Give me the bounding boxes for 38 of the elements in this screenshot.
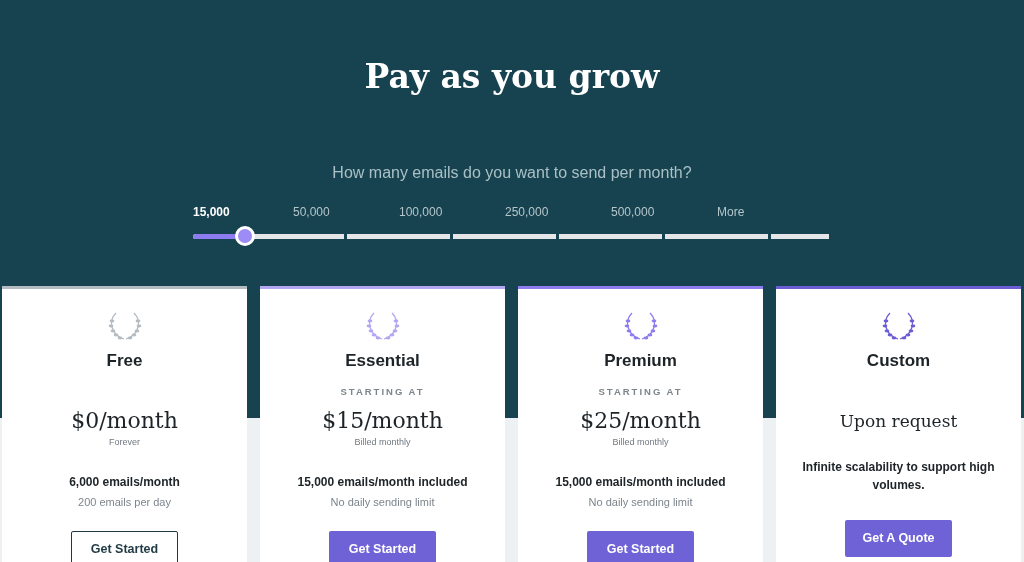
tick-label[interactable]: 250,000	[505, 203, 549, 221]
plan-button[interactable]: Get Started	[587, 530, 694, 562]
plan-name: Custom	[866, 351, 931, 370]
tick-label[interactable]: 50,000	[293, 203, 330, 221]
billing-note: Forever	[109, 436, 140, 447]
laurel-icon	[106, 311, 143, 341]
price-prefix: STARTING AT	[598, 385, 683, 397]
feature-note: No daily sending limit	[588, 496, 693, 508]
feature-note: 200 emails per day	[78, 496, 171, 508]
plan-price: Upon request	[839, 410, 958, 431]
email-volume-slider[interactable]	[193, 225, 829, 247]
billing-note: Billed monthly	[612, 436, 669, 447]
plan-price: $0/month	[71, 407, 178, 433]
plan-name: Free	[106, 351, 143, 370]
laurel-icon	[364, 311, 401, 341]
plan-description: Infinite scalability to support high volumes.	[801, 458, 996, 494]
plan-price: $25/month	[580, 407, 701, 433]
tick-label[interactable]: 100,000	[399, 203, 443, 221]
tick-label[interactable]: More	[717, 203, 745, 221]
price-prefix: STARTING AT	[340, 385, 425, 397]
plan-feature: 15,000 emails/month included	[555, 475, 726, 489]
page-title: Pay as you grow	[363, 56, 661, 98]
tick-label[interactable]: 15,000	[193, 203, 230, 221]
plan-feature: 6,000 emails/month	[69, 475, 180, 489]
plan-price: $15/month	[322, 407, 443, 433]
slider-question: How many emails do you want to send per month?	[331, 163, 693, 183]
billing-note: Billed monthly	[354, 436, 411, 447]
plan-button[interactable]: Get Started	[71, 530, 178, 562]
plan-button[interactable]: Get A Quote	[845, 519, 952, 557]
plan-button[interactable]: Get Started	[329, 530, 436, 562]
plan-name: Premium	[604, 351, 677, 370]
plan-name: Essential	[345, 351, 420, 370]
tick-label[interactable]: 500,000	[611, 203, 655, 221]
laurel-icon	[880, 311, 917, 341]
slider-thumb[interactable]	[235, 226, 256, 246]
plan-feature: 15,000 emails/month included	[297, 475, 468, 489]
laurel-icon	[622, 311, 659, 341]
feature-note: No daily sending limit	[330, 496, 435, 508]
